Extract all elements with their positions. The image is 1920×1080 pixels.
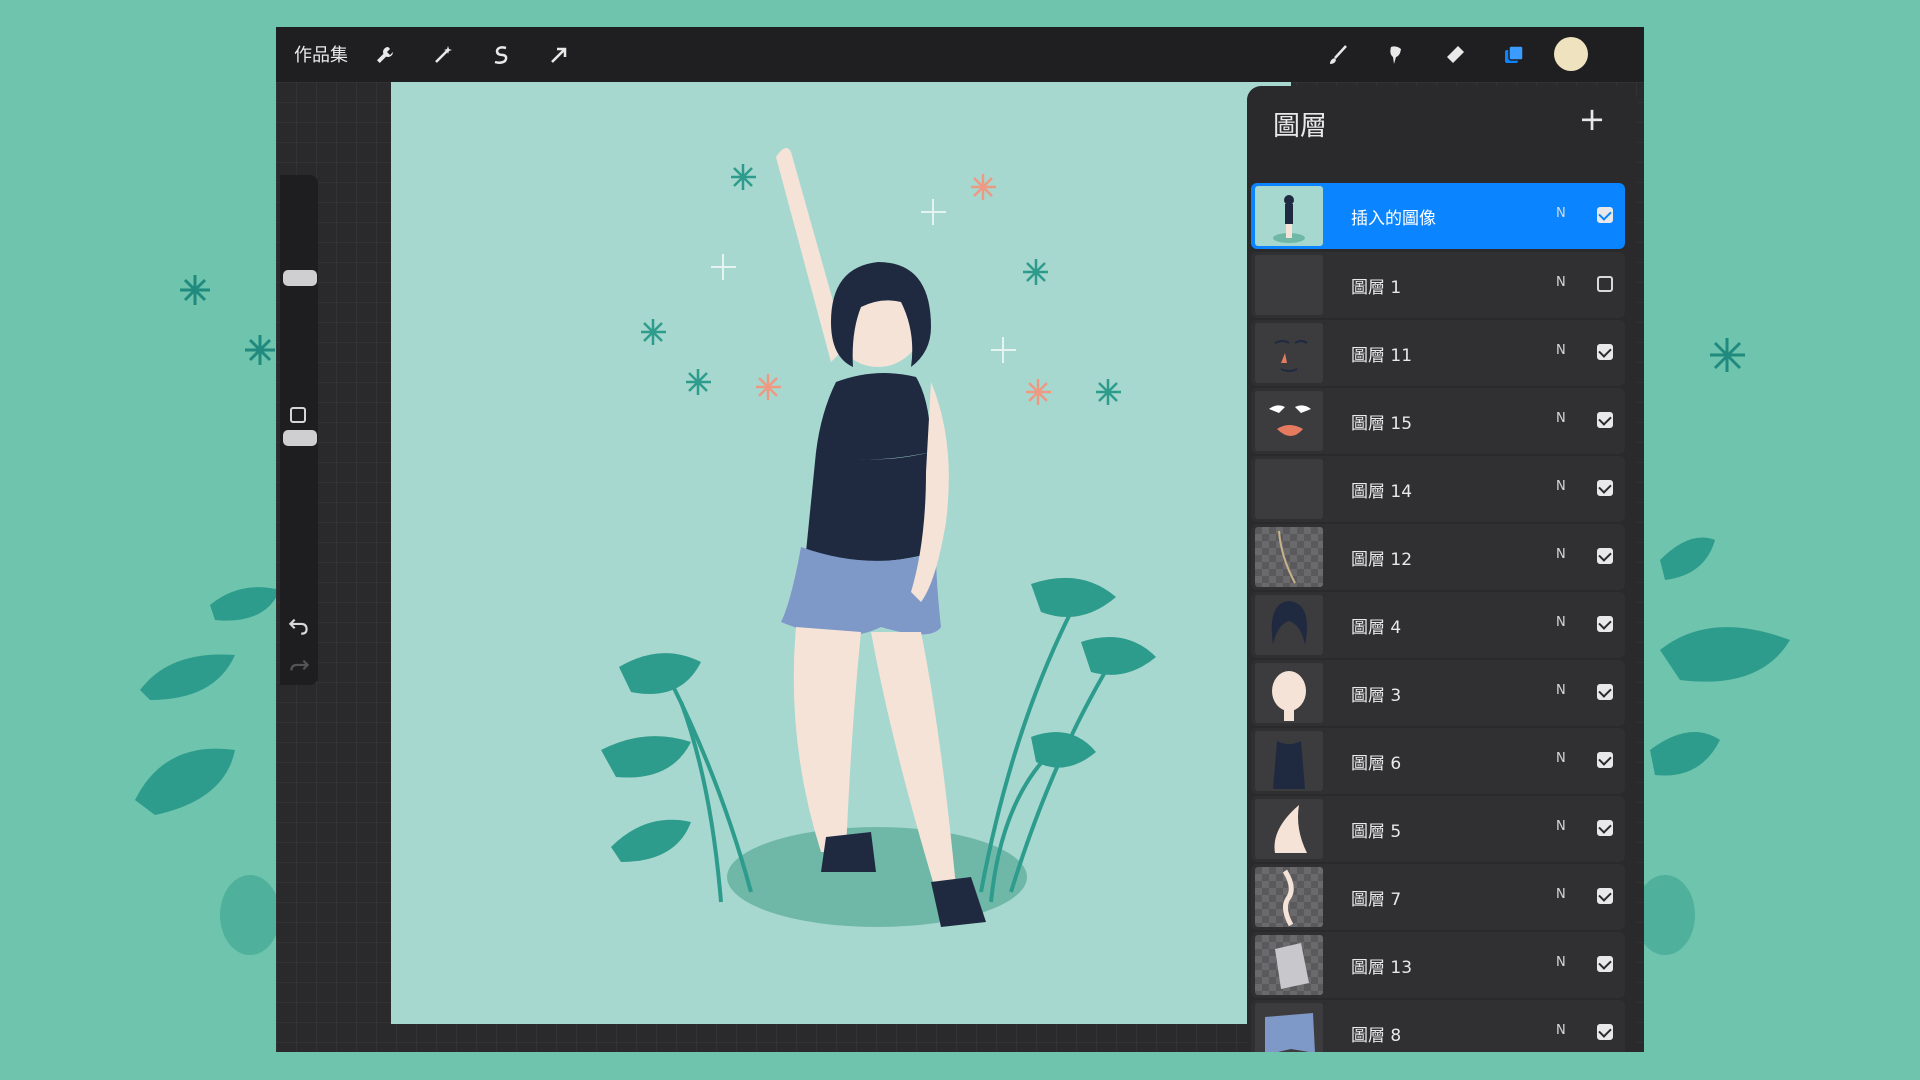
- layer-row[interactable]: 圖層 15 N: [1251, 388, 1625, 454]
- illustration: [601, 148, 1156, 927]
- layer-name: 圖層 12: [1351, 550, 1413, 570]
- visibility-checkbox[interactable]: [1597, 1024, 1613, 1040]
- top-toolbar: 作品集: [276, 27, 1644, 82]
- blend-mode-button[interactable]: N: [1556, 275, 1566, 290]
- wrench-icon[interactable]: [369, 39, 401, 71]
- layer-thumbnail: [1255, 391, 1323, 451]
- blend-mode-button[interactable]: N: [1556, 819, 1566, 834]
- layers-title: 圖層: [1273, 111, 1327, 142]
- layer-row[interactable]: 圖層 4 N: [1251, 592, 1625, 658]
- layer-thumbnail: [1255, 255, 1323, 315]
- layer-name: 圖層 7: [1351, 890, 1402, 910]
- layer-row[interactable]: 圖層 8 N: [1251, 1000, 1625, 1052]
- brush-size-knob[interactable]: [283, 270, 317, 286]
- opacity-slider[interactable]: [280, 430, 318, 580]
- layers-icon[interactable]: [1498, 39, 1530, 71]
- layer-row[interactable]: 圖層 5 N: [1251, 796, 1625, 862]
- visibility-checkbox[interactable]: [1597, 548, 1613, 564]
- layer-name: 圖層 14: [1351, 482, 1413, 502]
- visibility-checkbox[interactable]: [1597, 344, 1613, 360]
- blend-mode-button[interactable]: N: [1556, 411, 1566, 426]
- smudge-icon[interactable]: [1380, 39, 1412, 71]
- visibility-checkbox[interactable]: [1597, 956, 1613, 972]
- visibility-checkbox[interactable]: [1597, 820, 1613, 836]
- layer-thumbnail: [1255, 323, 1323, 383]
- layer-name: 圖層 15: [1351, 414, 1413, 434]
- redo-icon[interactable]: [286, 653, 312, 679]
- layer-thumbnail: [1255, 663, 1323, 723]
- visibility-checkbox[interactable]: [1597, 207, 1613, 223]
- gallery-button[interactable]: 作品集: [294, 41, 348, 67]
- undo-icon[interactable]: [286, 612, 312, 638]
- visibility-checkbox[interactable]: [1597, 888, 1613, 904]
- layer-thumbnail: [1255, 731, 1323, 791]
- layer-row[interactable]: 圖層 14 N: [1251, 456, 1625, 522]
- layer-thumbnail: [1255, 459, 1323, 519]
- magic-wand-icon[interactable]: [427, 39, 459, 71]
- layer-name: 圖層 6: [1351, 754, 1402, 774]
- visibility-checkbox[interactable]: [1597, 684, 1613, 700]
- visibility-checkbox[interactable]: [1597, 752, 1613, 768]
- layer-thumbnail: [1255, 595, 1323, 655]
- layer-name: 圖層 3: [1351, 686, 1402, 706]
- visibility-checkbox[interactable]: [1597, 276, 1613, 292]
- layer-thumbnail: [1255, 799, 1323, 859]
- layer-row[interactable]: 圖層 7 N: [1251, 864, 1625, 930]
- blend-mode-button[interactable]: N: [1556, 683, 1566, 698]
- layer-name: 圖層 11: [1351, 346, 1413, 366]
- blend-mode-button[interactable]: N: [1556, 479, 1566, 494]
- layer-name: 圖層 5: [1351, 822, 1402, 842]
- layer-thumbnail: [1255, 186, 1323, 246]
- brush-icon[interactable]: [1322, 39, 1354, 71]
- blend-mode-button[interactable]: N: [1556, 1023, 1566, 1038]
- selection-icon[interactable]: [485, 39, 517, 71]
- blend-mode-button[interactable]: N: [1556, 751, 1566, 766]
- blend-mode-button[interactable]: N: [1556, 343, 1566, 358]
- visibility-checkbox[interactable]: [1597, 412, 1613, 428]
- layer-row[interactable]: 圖層 13 N: [1251, 932, 1625, 998]
- add-layer-icon[interactable]: +: [1575, 102, 1609, 136]
- color-swatch[interactable]: [1554, 37, 1588, 71]
- left-sidebar: [280, 175, 318, 685]
- visibility-checkbox[interactable]: [1597, 480, 1613, 496]
- layer-row[interactable]: 圖層 1 N: [1251, 252, 1625, 318]
- layer-row[interactable]: 圖層 11 N: [1251, 320, 1625, 386]
- drawing-canvas[interactable]: [391, 82, 1291, 1024]
- blend-mode-button[interactable]: N: [1556, 955, 1566, 970]
- blend-mode-button[interactable]: N: [1556, 887, 1566, 902]
- opacity-knob[interactable]: [283, 430, 317, 446]
- brush-size-slider[interactable]: [280, 175, 318, 355]
- layer-name: 圖層 1: [1351, 278, 1402, 298]
- layer-row[interactable]: 圖層 12 N: [1251, 524, 1625, 590]
- layer-thumbnail: [1255, 867, 1323, 927]
- layer-name: 插入的圖像: [1351, 209, 1436, 229]
- layer-name: 圖層 13: [1351, 958, 1413, 978]
- layer-row[interactable]: 圖層 6 N: [1251, 728, 1625, 794]
- visibility-checkbox[interactable]: [1597, 616, 1613, 632]
- eraser-icon[interactable]: [1439, 39, 1471, 71]
- transform-arrow-icon[interactable]: [543, 39, 575, 71]
- blend-mode-button[interactable]: N: [1556, 547, 1566, 562]
- layer-name: 圖層 4: [1351, 618, 1402, 638]
- layer-thumbnail: [1255, 527, 1323, 587]
- layer-thumbnail: [1255, 1003, 1323, 1052]
- procreate-window: 作品集 圖層 + 插入的圖像 N 圖層 1 N 圖層 11 N 圖層 15 N …: [276, 27, 1644, 1052]
- layer-row[interactable]: 插入的圖像 N: [1251, 183, 1625, 249]
- layer-row[interactable]: 圖層 3 N: [1251, 660, 1625, 726]
- layers-panel: 圖層 + 插入的圖像 N 圖層 1 N 圖層 11 N 圖層 15 N 圖層 1…: [1247, 86, 1637, 1052]
- layer-thumbnail: [1255, 935, 1323, 995]
- blend-mode-button[interactable]: N: [1556, 206, 1566, 221]
- modify-square-button[interactable]: [290, 407, 306, 423]
- layer-name: 圖層 8: [1351, 1026, 1402, 1046]
- blend-mode-button[interactable]: N: [1556, 615, 1566, 630]
